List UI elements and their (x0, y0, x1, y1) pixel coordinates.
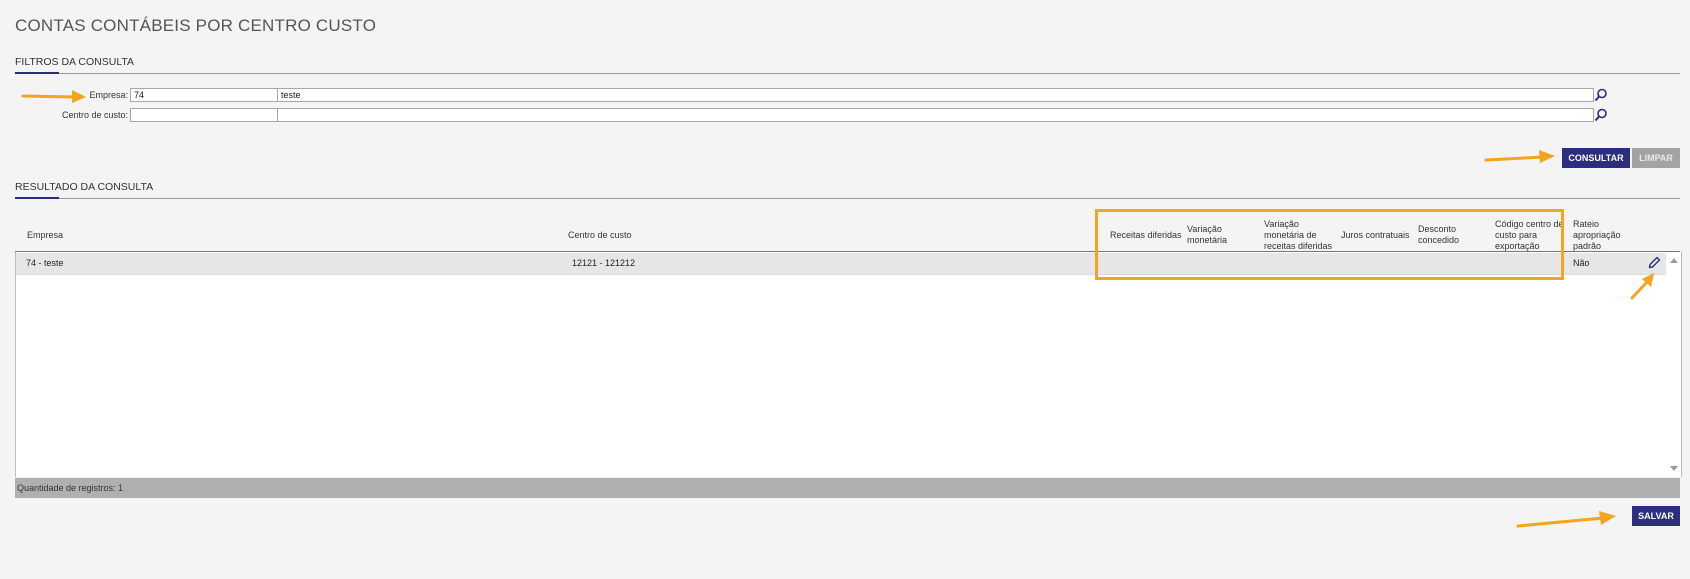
grid-footer: Quantidade de registros: 1 (15, 478, 1680, 498)
column-header-juros-contratuais[interactable]: Juros contratuais (1341, 230, 1415, 241)
centro-custo-description-input[interactable] (277, 108, 1594, 122)
vertical-scrollbar[interactable] (1667, 252, 1681, 477)
annotation-arrow-icon (1484, 150, 1555, 163)
empresa-code-input[interactable]: 74 (130, 88, 278, 102)
grid-body: 74 - teste 12121 - 121212 Não (15, 252, 1682, 477)
search-icon[interactable] (1594, 108, 1608, 122)
column-header-rateio-apropriacao[interactable]: Rateio apropriação padrão (1573, 219, 1625, 252)
table-row[interactable]: 74 - teste 12121 - 121212 Não (16, 253, 1666, 275)
scroll-up-icon[interactable] (1670, 258, 1678, 263)
column-header-variacao-monetaria-receitas[interactable]: Variação monetária de receitas diferidas (1264, 219, 1336, 252)
empresa-description-input[interactable]: teste (277, 88, 1594, 102)
cell-centro-custo: 12121 - 121212 (572, 258, 636, 268)
column-header-centro-custo[interactable]: Centro de custo (568, 230, 632, 241)
filters-section-title: FILTROS DA CONSULTA (15, 56, 135, 68)
column-header-codigo-centro-exportacao[interactable]: Código centro de custo para exportação (1495, 219, 1567, 252)
page-title: CONTAS CONTÁBEIS POR CENTRO CUSTO (15, 16, 377, 35)
record-count: Quantidade de registros: 1 (17, 483, 124, 493)
consultar-button[interactable]: CONSULTAR (1562, 148, 1630, 168)
centro-custo-filter-row: Centro de custo: (0, 108, 1690, 122)
empresa-label: Empresa: (89, 90, 128, 100)
empresa-filter-row: Empresa: 74 teste (0, 88, 1690, 102)
search-icon[interactable] (1594, 88, 1608, 102)
column-header-desconto-concedido[interactable]: Desconto concedido (1418, 224, 1478, 246)
column-header-variacao-monetaria[interactable]: Variação monetária (1187, 224, 1249, 246)
annotation-arrow-icon (1516, 511, 1616, 528)
pencil-icon[interactable] (1648, 256, 1661, 269)
filters-section-divider (15, 72, 1680, 74)
column-header-empresa[interactable]: Empresa (27, 230, 63, 241)
scroll-down-icon[interactable] (1670, 466, 1678, 471)
column-header-receitas-diferidas[interactable]: Receitas diferidas (1110, 230, 1184, 241)
centro-custo-label: Centro de custo: (61, 110, 128, 120)
limpar-button[interactable]: LIMPAR (1632, 148, 1680, 168)
grid-header: Empresa Centro de custo Receitas diferid… (15, 210, 1680, 252)
centro-custo-code-input[interactable] (130, 108, 278, 122)
results-section-title: RESULTADO DA CONSULTA (15, 181, 154, 193)
cell-empresa: 74 - teste (26, 258, 64, 268)
cell-rateio-apropriacao: Não (1573, 258, 1590, 268)
salvar-button[interactable]: SALVAR (1632, 506, 1680, 526)
results-section-divider (15, 197, 1680, 199)
